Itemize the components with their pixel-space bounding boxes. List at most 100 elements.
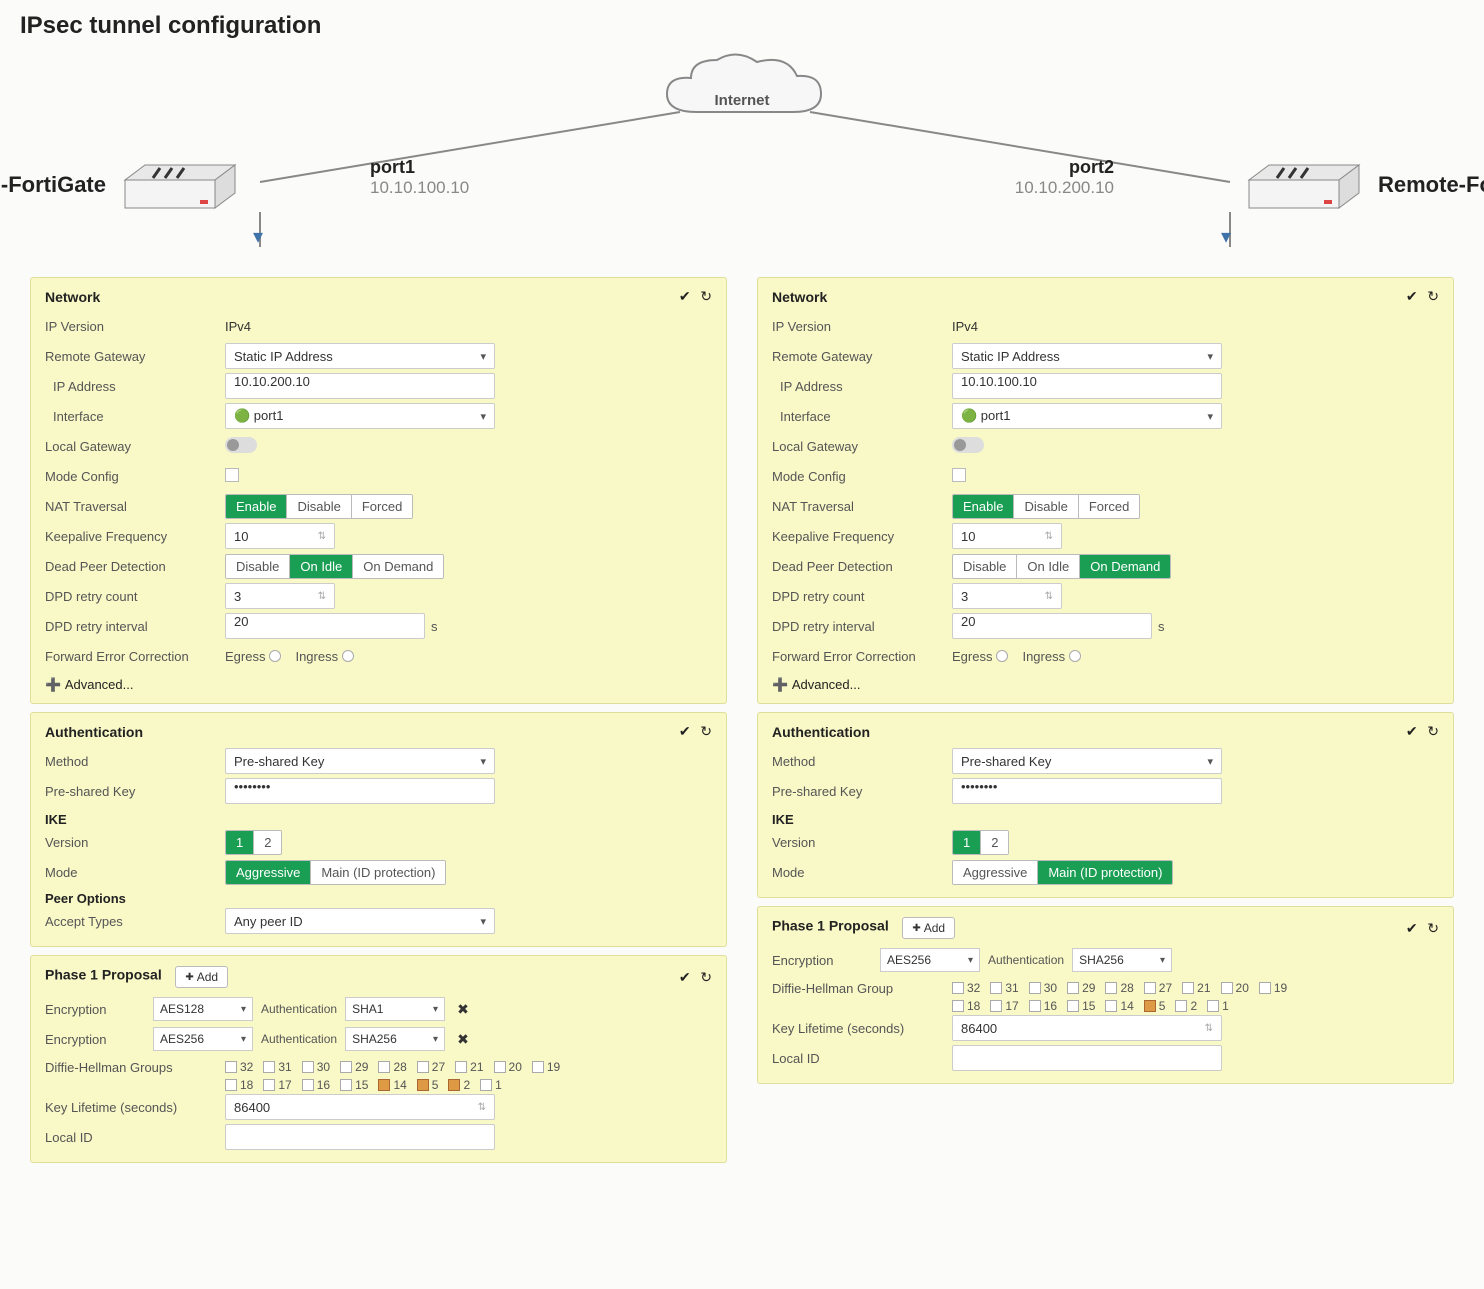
dh-checkbox[interactable]	[1207, 1000, 1219, 1012]
ike-v1-button[interactable]: 1	[953, 831, 980, 854]
add-button[interactable]: Add	[902, 917, 955, 939]
dh-checkbox[interactable]	[1029, 1000, 1041, 1012]
key-lifetime-input[interactable]: 86400	[225, 1094, 495, 1120]
dh-checkbox[interactable]	[1144, 982, 1156, 994]
dh-group-17[interactable]: 17	[990, 999, 1018, 1013]
psk-input[interactable]: ••••••••	[952, 778, 1222, 804]
dpd-onidle-button[interactable]: On Idle	[1016, 555, 1079, 578]
reset-icon[interactable]: ↻	[700, 723, 712, 739]
reset-icon[interactable]: ↻	[700, 288, 712, 304]
dh-group-17[interactable]: 17	[263, 1078, 291, 1092]
dh-group-31[interactable]: 31	[263, 1060, 291, 1074]
local-gateway-toggle[interactable]	[952, 437, 984, 453]
dpd-ondemand-button[interactable]: On Demand	[352, 555, 443, 578]
ike-v1-button[interactable]: 1	[226, 831, 253, 854]
dh-checkbox[interactable]	[1182, 982, 1194, 994]
mode-config-check[interactable]	[952, 468, 966, 482]
dh-checkbox[interactable]	[378, 1079, 390, 1091]
reset-icon[interactable]: ↻	[700, 969, 712, 985]
fec-egress-radio[interactable]	[269, 650, 281, 662]
dh-checkbox[interactable]	[225, 1061, 237, 1073]
dpd-retry-count-input[interactable]: 3	[952, 583, 1062, 609]
fec-ingress-radio[interactable]	[342, 650, 354, 662]
dh-checkbox[interactable]	[1067, 982, 1079, 994]
remove-row-button[interactable]: ✖	[453, 1001, 473, 1018]
fec-ingress-radio[interactable]	[1069, 650, 1081, 662]
fec-egress-radio[interactable]	[996, 650, 1008, 662]
ike-v2-button[interactable]: 2	[980, 831, 1008, 854]
dh-checkbox[interactable]	[494, 1061, 506, 1073]
dh-group-27[interactable]: 27	[417, 1060, 445, 1074]
dh-group-19[interactable]: 19	[1259, 981, 1287, 995]
dh-group-2[interactable]: 2	[448, 1078, 470, 1092]
auth-select-2[interactable]: SHA256	[345, 1027, 445, 1051]
dpd-onidle-button[interactable]: On Idle	[289, 555, 352, 578]
refresh-icon[interactable]: ✔	[679, 723, 691, 739]
dh-group-15[interactable]: 15	[340, 1078, 368, 1092]
local-id-input[interactable]	[225, 1124, 495, 1150]
advanced-toggle[interactable]: Advanced...	[772, 677, 1439, 693]
dh-group-18[interactable]: 18	[952, 999, 980, 1013]
dh-checkbox[interactable]	[448, 1079, 460, 1091]
refresh-icon[interactable]: ✔	[1406, 288, 1418, 304]
ip-address-input[interactable]: 10.10.200.10	[225, 373, 495, 399]
mode-config-check[interactable]	[225, 468, 239, 482]
dh-group-15[interactable]: 15	[1067, 999, 1095, 1013]
dh-checkbox[interactable]	[263, 1061, 275, 1073]
mode-main-button[interactable]: Main (ID protection)	[1037, 861, 1172, 884]
refresh-icon[interactable]: ✔	[679, 969, 691, 985]
dh-checkbox[interactable]	[302, 1061, 314, 1073]
dh-group-30[interactable]: 30	[302, 1060, 330, 1074]
encryption-select-2[interactable]: AES256	[153, 1027, 253, 1051]
dpd-retry-interval-input[interactable]: 20	[225, 613, 425, 639]
dh-group-27[interactable]: 27	[1144, 981, 1172, 995]
add-button[interactable]: Add	[175, 966, 228, 988]
ip-address-input[interactable]: 10.10.100.10	[952, 373, 1222, 399]
dh-checkbox[interactable]	[302, 1079, 314, 1091]
refresh-icon[interactable]: ✔	[679, 288, 691, 304]
dh-checkbox[interactable]	[1144, 1000, 1156, 1012]
remote-gateway-select[interactable]: Static IP Address	[952, 343, 1222, 369]
dh-checkbox[interactable]	[1259, 982, 1271, 994]
dh-group-29[interactable]: 29	[1067, 981, 1095, 995]
dh-group-32[interactable]: 32	[225, 1060, 253, 1074]
advanced-toggle[interactable]: Advanced...	[45, 677, 712, 693]
key-lifetime-input[interactable]: 86400	[952, 1015, 1222, 1041]
nat-forced-button[interactable]: Forced	[351, 495, 412, 518]
reset-icon[interactable]: ↻	[1427, 288, 1439, 304]
mode-aggressive-button[interactable]: Aggressive	[953, 861, 1037, 884]
dh-checkbox[interactable]	[455, 1061, 467, 1073]
dh-checkbox[interactable]	[1221, 982, 1233, 994]
remove-row-button[interactable]: ✖	[453, 1031, 473, 1048]
dh-checkbox[interactable]	[1105, 982, 1117, 994]
dh-group-20[interactable]: 20	[1221, 981, 1249, 995]
dh-checkbox[interactable]	[340, 1061, 352, 1073]
interface-select[interactable]: 🟢 port1	[952, 403, 1222, 429]
dh-group-19[interactable]: 19	[532, 1060, 560, 1074]
encryption-select-1[interactable]: AES128	[153, 997, 253, 1021]
dpd-disable-button[interactable]: Disable	[226, 555, 289, 578]
nat-forced-button[interactable]: Forced	[1078, 495, 1139, 518]
interface-select[interactable]: 🟢 port1	[225, 403, 495, 429]
dh-checkbox[interactable]	[952, 1000, 964, 1012]
ike-v2-button[interactable]: 2	[253, 831, 281, 854]
dh-group-16[interactable]: 16	[1029, 999, 1057, 1013]
dh-group-21[interactable]: 21	[455, 1060, 483, 1074]
dh-checkbox[interactable]	[1067, 1000, 1079, 1012]
encryption-select-1[interactable]: AES256	[880, 948, 980, 972]
method-select[interactable]: Pre-shared Key	[952, 748, 1222, 774]
dh-checkbox[interactable]	[340, 1079, 352, 1091]
dh-checkbox[interactable]	[1029, 982, 1041, 994]
dh-checkbox[interactable]	[225, 1079, 237, 1091]
dpd-retry-interval-input[interactable]: 20	[952, 613, 1152, 639]
dh-group-1[interactable]: 1	[480, 1078, 502, 1092]
keepalive-input[interactable]: 10	[952, 523, 1062, 549]
nat-enable-button[interactable]: Enable	[953, 495, 1013, 518]
dh-group-21[interactable]: 21	[1182, 981, 1210, 995]
dh-group-28[interactable]: 28	[1105, 981, 1133, 995]
dh-checkbox[interactable]	[417, 1079, 429, 1091]
dh-checkbox[interactable]	[1175, 1000, 1187, 1012]
method-select[interactable]: Pre-shared Key	[225, 748, 495, 774]
psk-input[interactable]: ••••••••	[225, 778, 495, 804]
dh-checkbox[interactable]	[990, 982, 1002, 994]
